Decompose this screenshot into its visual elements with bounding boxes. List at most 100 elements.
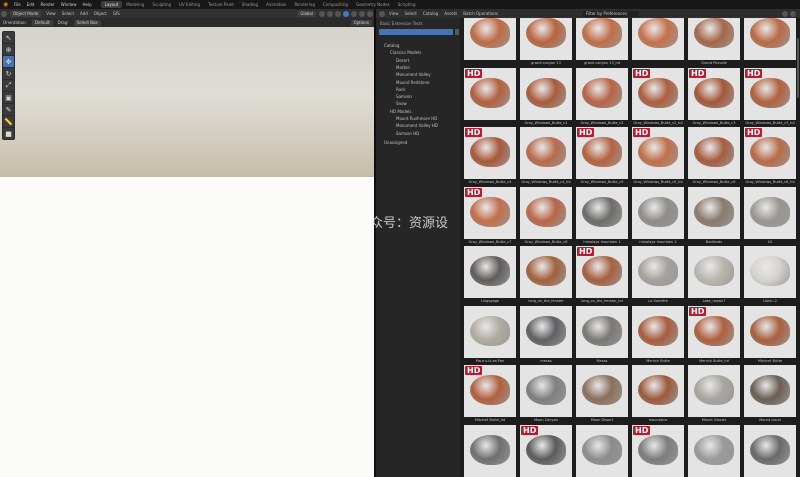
asset-tile[interactable]: grand canyon 13_hd [576,18,628,67]
asset-tile[interactable]: HD Merrick Butte_hd [688,305,740,365]
asset-thumbnail[interactable] [464,424,516,477]
asset-tile[interactable]: Lingsgage [464,246,516,305]
catalog-item[interactable]: Unassigned [384,140,407,145]
menu-file[interactable]: File [11,2,24,7]
shading-material-icon[interactable] [359,10,365,17]
asset-thumbnail[interactable] [520,186,572,239]
asset-tile[interactable] [632,18,684,67]
asset-thumbnail[interactable]: HD [464,127,516,179]
tab-sculpting[interactable]: Sculpting [148,1,175,8]
asset-thumbnail[interactable] [520,365,572,417]
asset-thumbnail[interactable] [520,246,572,298]
asset-thumbnail[interactable] [576,424,628,477]
mode-dropdown[interactable]: Object Mode [10,10,42,17]
grid-scrollbar[interactable] [797,38,799,98]
asset-thumbnail[interactable]: HD [744,127,796,179]
asset-thumbnail[interactable] [744,246,796,298]
overlay-icon[interactable] [335,10,341,17]
asset-tile[interactable] [688,424,740,477]
asset-thumbnail[interactable] [576,186,628,239]
asset-thumbnail[interactable] [576,305,628,358]
asset-tile[interactable]: HD Gray_Windows_Butte_c3 [688,67,740,127]
asset-thumbnail[interactable]: HD [632,67,684,120]
library-refresh-icon[interactable] [455,29,459,35]
tab-shading[interactable]: Shading [238,1,262,8]
viewport-menu-select[interactable]: Select [62,11,74,16]
asset-thumbnail[interactable]: HD [464,365,516,417]
asset-tile[interactable]: mesas [520,305,572,365]
viewport-menu-add[interactable]: Add [80,11,88,16]
asset-thumbnail[interactable] [688,246,740,298]
asset-thumbnail[interactable] [744,305,796,358]
shading-solid-icon[interactable] [351,10,357,17]
asset-thumbnail[interactable] [520,67,572,120]
asset-thumbnail[interactable] [520,18,572,60]
tab-uv-editing[interactable]: UV Editing [175,1,204,8]
catalog-item[interactable]: Mound Redstone [396,80,429,85]
asset-menu-view[interactable]: View [389,11,399,16]
asset-tile[interactable] [576,424,628,477]
blender-logo-icon[interactable]: ◉ [3,1,9,8]
asset-tile[interactable]: mountains [632,365,684,424]
asset-tile[interactable]: Gray_Windows_Butte_c8 [520,186,572,246]
asset-thumbnail[interactable] [632,246,684,298]
asset-tile[interactable]: himalaya mountain 2 [632,186,684,246]
asset-tile[interactable] [744,18,796,67]
asset-thumbnail[interactable] [744,18,796,60]
catalog-item[interactable]: Snow [396,101,407,106]
asset-thumbnail[interactable] [632,186,684,239]
asset-tile[interactable]: long_on_the_fenster [520,246,572,305]
catalog-item[interactable]: Classics Models [390,50,421,55]
asset-thumbnail[interactable] [576,18,628,60]
asset-thumbnail[interactable] [464,305,516,358]
viewport-menu-view[interactable]: View [46,11,56,16]
asset-tile[interactable]: HD Mitchell Butte_hd [464,365,516,424]
catalog-item[interactable]: Desert [396,58,409,63]
menu-edit[interactable]: Edit [24,2,38,7]
catalog-item[interactable]: Samson [396,94,412,99]
catalog-item[interactable]: Marble [396,65,410,70]
asset-thumbnail[interactable] [464,18,516,60]
asset-tile[interactable]: h2 [744,186,796,246]
tab-modeling[interactable]: Modeling [122,1,148,8]
3d-viewport[interactable]: Object Mode View Select Add Object GIS G… [0,9,374,477]
menu-render[interactable]: Render [37,2,57,7]
asset-tile[interactable]: HD Gray_Windows_Butte_c3_hd [744,67,796,127]
snap-icon[interactable] [319,10,325,17]
asset-thumbnail[interactable] [632,18,684,60]
asset-tile[interactable]: Mitchell Butte [744,305,796,365]
asset-menu-select[interactable]: Select [405,11,417,16]
asset-tile[interactable]: Moon Desert [576,365,628,424]
asset-thumbnail[interactable] [688,127,740,179]
asset-tile[interactable]: grand canyon 13 [520,18,572,67]
editor-type-icon[interactable] [1,10,7,17]
menu-help[interactable]: Help [79,2,94,7]
catalog-item[interactable]: Samson HD [396,131,419,136]
scale-tool-icon[interactable]: ⤢ [3,80,14,91]
orientation-dropdown[interactable]: Default [31,19,53,26]
xray-icon[interactable] [343,10,349,17]
asset-thumbnail[interactable]: HD [520,424,572,477]
measure-tool-icon[interactable]: 📏 [3,116,14,127]
asset-thumbnail[interactable] [520,305,572,358]
asset-tile[interactable]: Mount cloud [744,365,796,424]
asset-tile[interactable]: Llanin 2 [744,246,796,305]
transform-orientation-dropdown[interactable]: Global [297,10,316,17]
asset-thumbnail[interactable]: HD [688,67,740,120]
catalog-item[interactable]: Mount Rushmore HD [396,116,437,121]
asset-tile[interactable] [744,424,796,477]
add-cube-tool-icon[interactable]: ■ [3,128,14,139]
asset-tile[interactable]: himalaya mountain 1 [576,186,628,246]
asset-tile[interactable]: Grand Pinnaile [688,18,740,67]
asset-menu-batch-operations[interactable]: Batch Operations [463,11,498,16]
asset-tile[interactable]: Mesas [576,305,628,365]
asset-tile[interactable]: Merrick Butte [632,305,684,365]
display-settings-icon[interactable] [790,10,796,17]
tab-layout[interactable]: Layout [100,1,123,8]
asset-thumbnail[interactable] [520,127,572,179]
annotate-tool-icon[interactable]: ✎ [3,104,14,115]
catalog-item[interactable]: Monument Valley [396,72,431,77]
asset-tile[interactable] [464,18,516,67]
asset-tile[interactable]: Mount Glacier [688,365,740,424]
options-dropdown[interactable]: Options [350,19,372,26]
